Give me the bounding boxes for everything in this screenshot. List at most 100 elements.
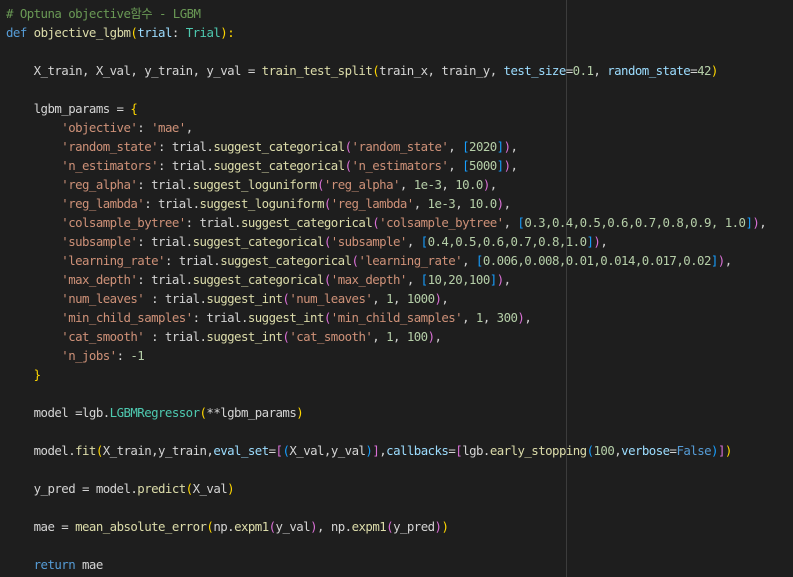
code-token: , [503, 272, 511, 287]
code-line[interactable]: ​ [6, 384, 793, 403]
code-line[interactable]: 'max_depth': trial.suggest_categorical('… [6, 270, 793, 289]
code-line[interactable]: # Optuna objective함수 - LGBM [6, 4, 793, 23]
code-token: 'objective' [61, 120, 138, 135]
code-token: random_state [607, 63, 691, 78]
code-token: X_train, X_val, y_train, y_val = [6, 63, 262, 78]
code-token: 300 [496, 310, 518, 325]
code-token: 'cat_smooth' [61, 329, 145, 344]
code-token: 'num_leaves' [61, 291, 145, 306]
code-line[interactable]: y_pred = model.predict(X_val) [6, 479, 793, 498]
code-token: : trial. [144, 291, 207, 306]
code-line[interactable]: 'objective': 'mae', [6, 118, 793, 137]
code-token: model =lgb. [6, 405, 111, 420]
code-line[interactable]: } [6, 365, 793, 384]
code-line[interactable]: ​ [6, 422, 793, 441]
code-token: False [676, 443, 712, 458]
code-token: lgb. [462, 443, 490, 458]
code-line[interactable]: ​ [6, 42, 793, 61]
code-token: , [510, 139, 518, 154]
code-token: train_test_split [261, 63, 373, 78]
code-token: callbacks [386, 443, 449, 458]
code-token: suggest_loguniform [199, 196, 324, 211]
code-token: suggest_int [206, 329, 283, 344]
code-line[interactable]: 'num_leaves' : trial.suggest_int('num_le… [6, 289, 793, 308]
code-area[interactable]: # Optuna objective함수 - LGBM def objective… [6, 4, 793, 574]
code-token: 'reg_alpha' [61, 177, 138, 192]
code-line[interactable]: 'min_child_samples': trial.suggest_int('… [6, 308, 793, 327]
code-token: ] [710, 253, 718, 268]
code-token: ) [717, 253, 725, 268]
code-token: suggest_categorical [213, 158, 345, 173]
code-line[interactable]: mae = mean_absolute_error(np.expm1(y_val… [6, 517, 793, 536]
code-token: -1 [130, 348, 145, 363]
code-token: , [441, 291, 449, 306]
code-token: 1 [386, 329, 394, 344]
code-token: y_pred = model. [6, 481, 138, 496]
code-line[interactable]: 'reg_lambda': trial.suggest_loguniform('… [6, 194, 793, 213]
code-token: train_x, train_y, [379, 63, 504, 78]
code-token: 1 [475, 310, 483, 325]
code-token: , [393, 291, 407, 306]
code-line[interactable]: ​ [6, 498, 793, 517]
code-token: 'n_estimators' [351, 158, 449, 173]
code-line[interactable]: ​ [6, 536, 793, 555]
code-line[interactable]: def objective_lgbm(trial: Trial): [6, 23, 793, 42]
code-token: , [462, 310, 476, 325]
code-line[interactable]: 'subsample': trial.suggest_categorical('… [6, 232, 793, 251]
code-editor[interactable]: # Optuna objective함수 - LGBM def objective… [0, 0, 793, 577]
code-token: expm1 [351, 519, 387, 534]
code-line[interactable]: X_train, X_val, y_train, y_val = train_t… [6, 61, 793, 80]
code-line[interactable]: 'colsample_bytree': trial.suggest_catego… [6, 213, 793, 232]
code-token: expm1 [234, 519, 269, 534]
code-token: 'colsample_bytree' [61, 215, 186, 230]
code-line[interactable]: model.fit(X_train,y_train,eval_set=[(X_v… [6, 441, 793, 460]
code-token: suggest_categorical [220, 253, 352, 268]
code-token: ) [496, 272, 504, 287]
code-token: ) [710, 63, 718, 78]
code-token: ( [586, 443, 594, 458]
code-token: : trial. [192, 310, 249, 325]
code-line[interactable]: 'random_state': trial.suggest_categorica… [6, 137, 793, 156]
code-token: , [482, 310, 497, 325]
code-token: , [441, 177, 456, 192]
code-line[interactable]: 'n_jobs': -1 [6, 346, 793, 365]
code-line[interactable]: model =lgb.LGBMRegressor(**lgbm_params) [6, 403, 793, 422]
code-token: test_size [503, 63, 567, 78]
code-line[interactable]: return mae [6, 555, 793, 574]
code-token: lgbm_params = [6, 101, 131, 116]
code-token: suggest_categorical [192, 234, 325, 249]
code-token: ( [344, 139, 352, 154]
code-token: 'random_state' [351, 139, 449, 154]
code-token: : trial. [137, 177, 193, 192]
code-token: 10.0 [469, 196, 497, 211]
code-line[interactable]: ​ [6, 80, 793, 99]
code-token: 1 [386, 291, 394, 306]
code-token: suggest_int [206, 291, 283, 306]
code-token: 'min_child_samples' [61, 310, 193, 325]
code-token: , [593, 63, 608, 78]
code-token: , [399, 177, 414, 192]
code-line[interactable]: ​ [6, 460, 793, 479]
code-line[interactable]: 'reg_alpha': trial.suggest_loguniform('r… [6, 175, 793, 194]
code-token: ] [496, 139, 504, 154]
code-token: , [600, 234, 608, 249]
code-token: ) [724, 443, 732, 458]
code-token: def [6, 25, 27, 40]
code-line[interactable]: 'cat_smooth' : trial.suggest_int('cat_sm… [6, 327, 793, 346]
code-line[interactable]: 'n_estimators': trial.suggest_categorica… [6, 156, 793, 175]
code-token: , [393, 329, 407, 344]
code-line[interactable]: 'learning_rate': trial.suggest_categoric… [6, 251, 793, 270]
code-token: y_pred [393, 519, 435, 534]
code-token: 0.4,0.5,0.6,0.7,0.8,1.0 [427, 234, 587, 249]
code-token: ( [323, 272, 331, 287]
code-token: suggest_categorical [240, 215, 373, 230]
code-token: trial [137, 25, 172, 40]
code-token: [ [420, 272, 428, 287]
code-token: eval_set [213, 443, 269, 458]
code-line[interactable]: lgbm_params = { [6, 99, 793, 118]
